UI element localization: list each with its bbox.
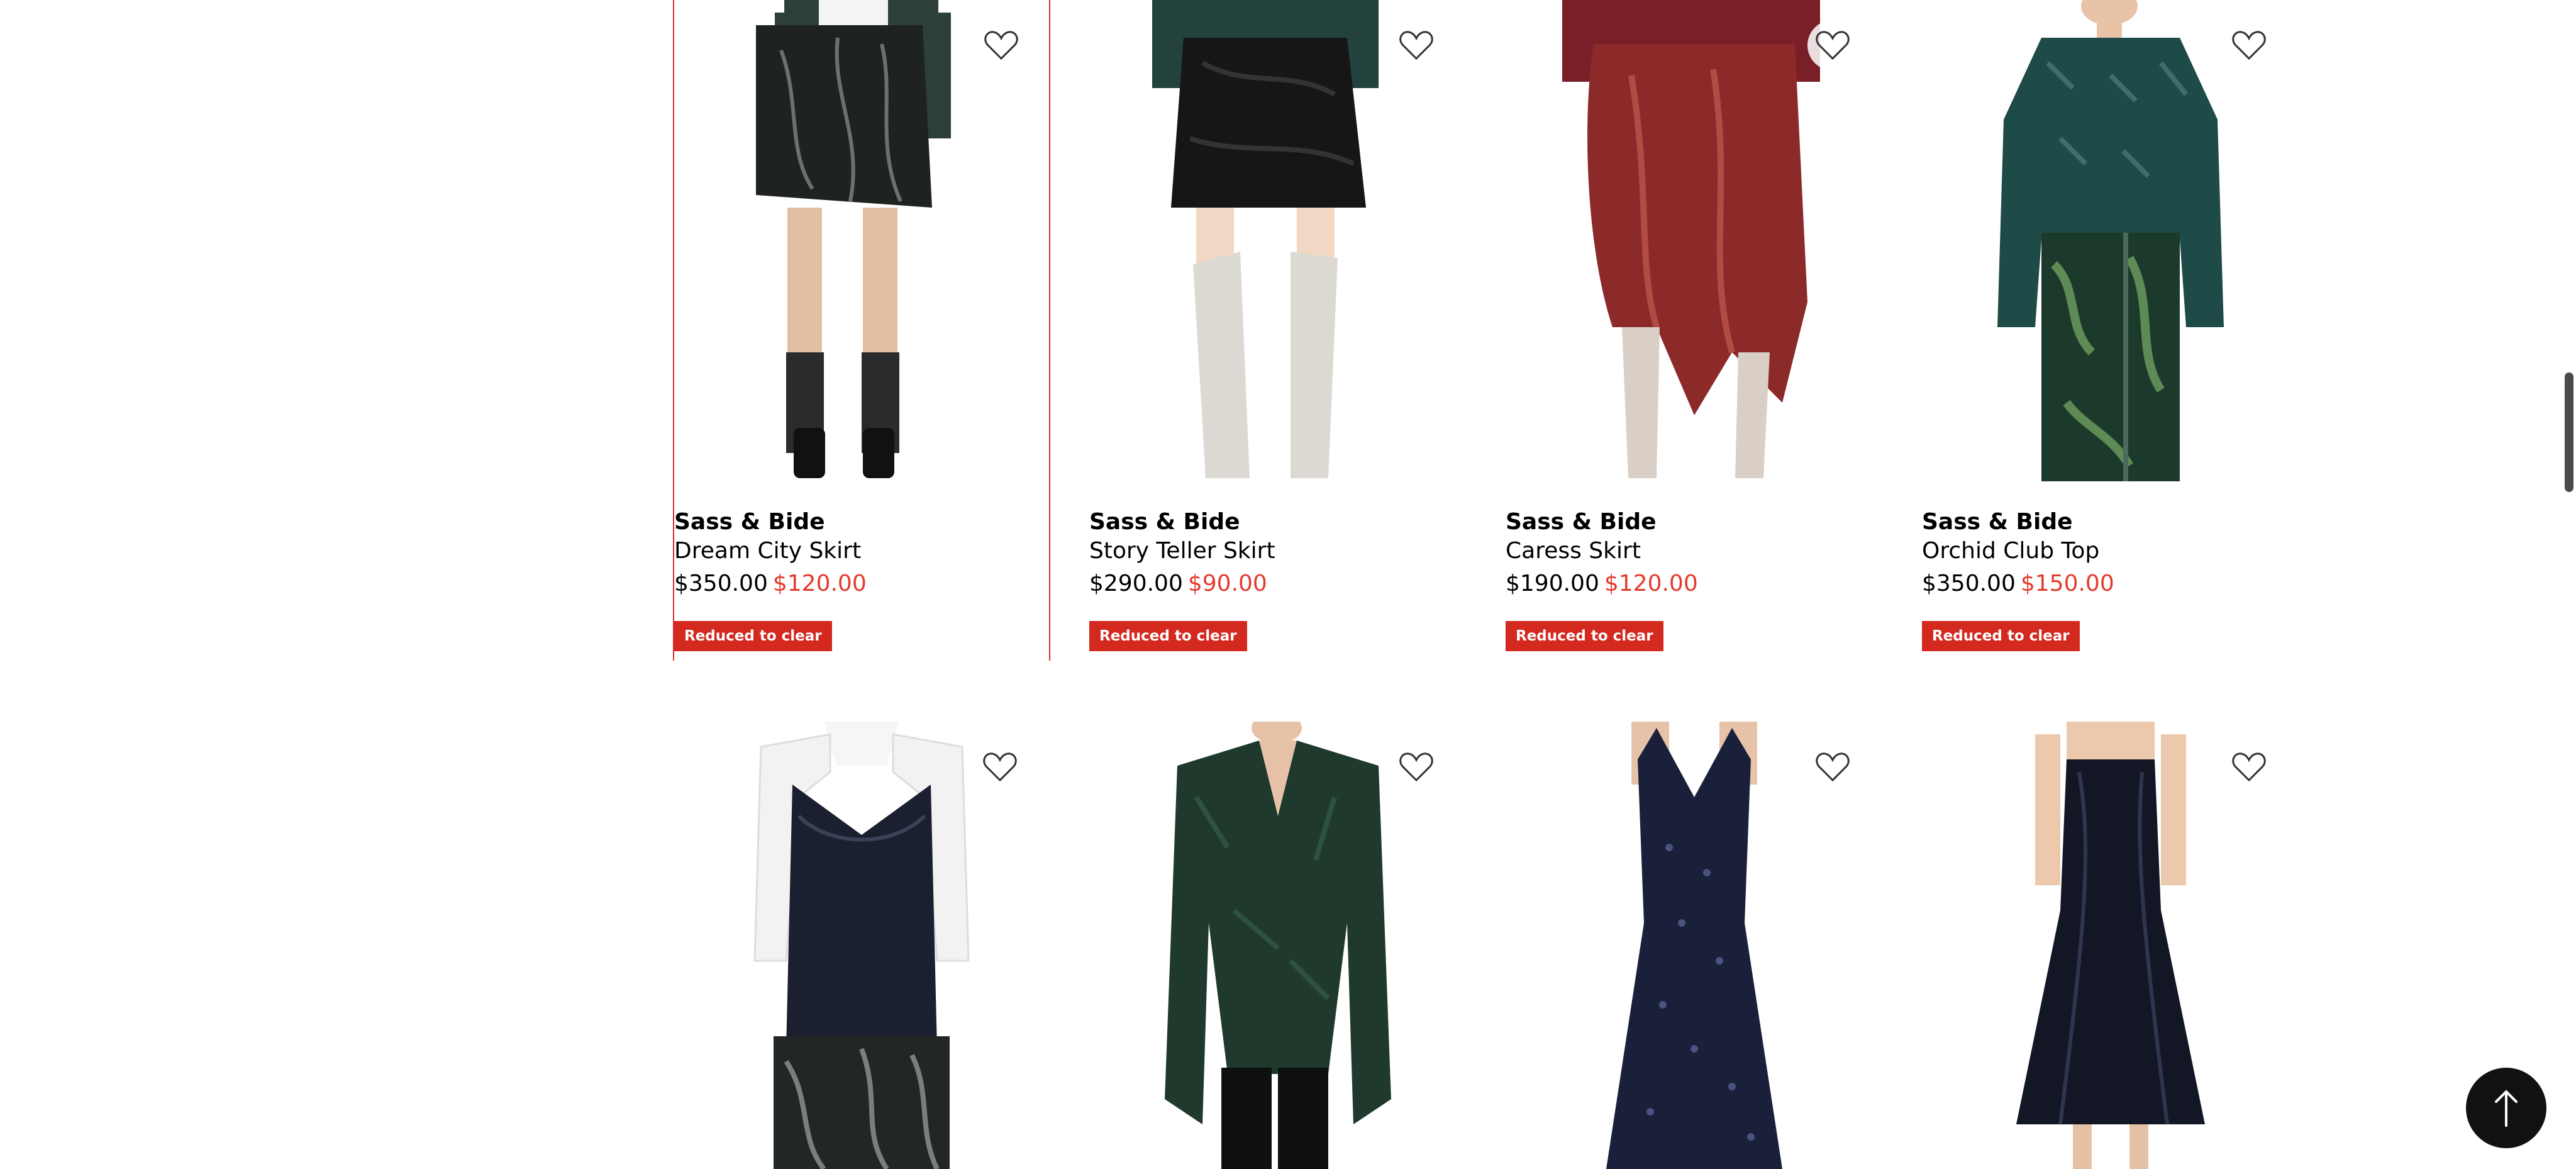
scrollbar-thumb[interactable] <box>2565 372 2573 492</box>
product-prices: $350.00 $120.00 <box>674 570 867 598</box>
wishlist-button[interactable] <box>1807 20 1858 70</box>
heart-outline-icon <box>1816 752 1850 782</box>
product-grid: Sass & Bide Dream City Skirt $350.00 $120… <box>673 0 2321 1169</box>
product-card[interactable] <box>673 722 1048 1169</box>
back-to-top-button[interactable] <box>2466 1068 2546 1148</box>
sale-price: $150.00 <box>2020 571 2114 596</box>
product-name[interactable]: Caress Skirt <box>1506 537 1641 565</box>
product-prices: $190.00 $120.00 <box>1506 570 1698 598</box>
wishlist-button[interactable] <box>1391 20 1441 70</box>
product-brand[interactable]: Sass & Bide <box>1922 508 2073 536</box>
arrow-up-icon <box>2495 1090 2518 1127</box>
product-brand[interactable]: Sass & Bide <box>1089 508 1240 536</box>
product-card[interactable] <box>1089 722 1464 1169</box>
heart-outline-icon <box>1399 752 1433 782</box>
product-image[interactable] <box>1089 0 1464 481</box>
wishlist-button[interactable] <box>1391 742 1441 792</box>
heart-outline-icon <box>2232 752 2266 782</box>
product-image[interactable] <box>1506 0 1880 481</box>
original-price: $290.00 <box>1089 571 1183 596</box>
product-prices: $350.00 $150.00 <box>1922 570 2114 598</box>
product-image[interactable] <box>1922 0 2297 481</box>
heart-outline-icon <box>1816 31 1850 60</box>
heart-outline-icon <box>1399 31 1433 60</box>
original-price: $190.00 <box>1506 571 1599 596</box>
product-card[interactable] <box>1506 722 1880 1169</box>
wishlist-button[interactable] <box>2224 742 2274 792</box>
product-card[interactable]: Sass & Bide Orchid Club Top $350.00 $150.… <box>1922 0 2297 661</box>
product-card[interactable]: Sass & Bide Story Teller Skirt $290.00 $9… <box>1089 0 1464 661</box>
product-name[interactable]: Orchid Club Top <box>1922 537 2099 565</box>
product-card[interactable] <box>1922 722 2297 1169</box>
product-card[interactable]: Sass & Bide Caress Skirt $190.00 $120.00 … <box>1506 0 1880 661</box>
reduced-badge: Reduced to clear <box>1089 621 1247 651</box>
product-card[interactable]: Sass & Bide Dream City Skirt $350.00 $120… <box>673 0 1050 661</box>
sale-price: $120.00 <box>772 571 867 596</box>
heart-outline-icon <box>984 31 1018 60</box>
product-name[interactable]: Dream City Skirt <box>674 537 861 565</box>
original-price: $350.00 <box>1922 571 2016 596</box>
product-brand[interactable]: Sass & Bide <box>1506 508 1657 536</box>
product-name[interactable]: Story Teller Skirt <box>1089 537 1275 565</box>
wishlist-button[interactable] <box>975 742 1025 792</box>
page-scrollbar[interactable] <box>2562 0 2576 1169</box>
sale-price: $120.00 <box>1604 571 1698 596</box>
heart-outline-icon <box>983 752 1017 782</box>
reduced-badge: Reduced to clear <box>674 621 832 651</box>
heart-outline-icon <box>2232 31 2266 60</box>
product-brand[interactable]: Sass & Bide <box>674 508 825 536</box>
product-image[interactable] <box>674 0 1049 481</box>
wishlist-button[interactable] <box>1807 742 1858 792</box>
original-price: $350.00 <box>674 571 768 596</box>
reduced-badge: Reduced to clear <box>1922 621 2080 651</box>
product-prices: $290.00 $90.00 <box>1089 570 1267 598</box>
wishlist-button[interactable] <box>976 20 1026 70</box>
reduced-badge: Reduced to clear <box>1506 621 1663 651</box>
wishlist-button[interactable] <box>2224 20 2274 70</box>
sale-price: $90.00 <box>1187 571 1267 596</box>
